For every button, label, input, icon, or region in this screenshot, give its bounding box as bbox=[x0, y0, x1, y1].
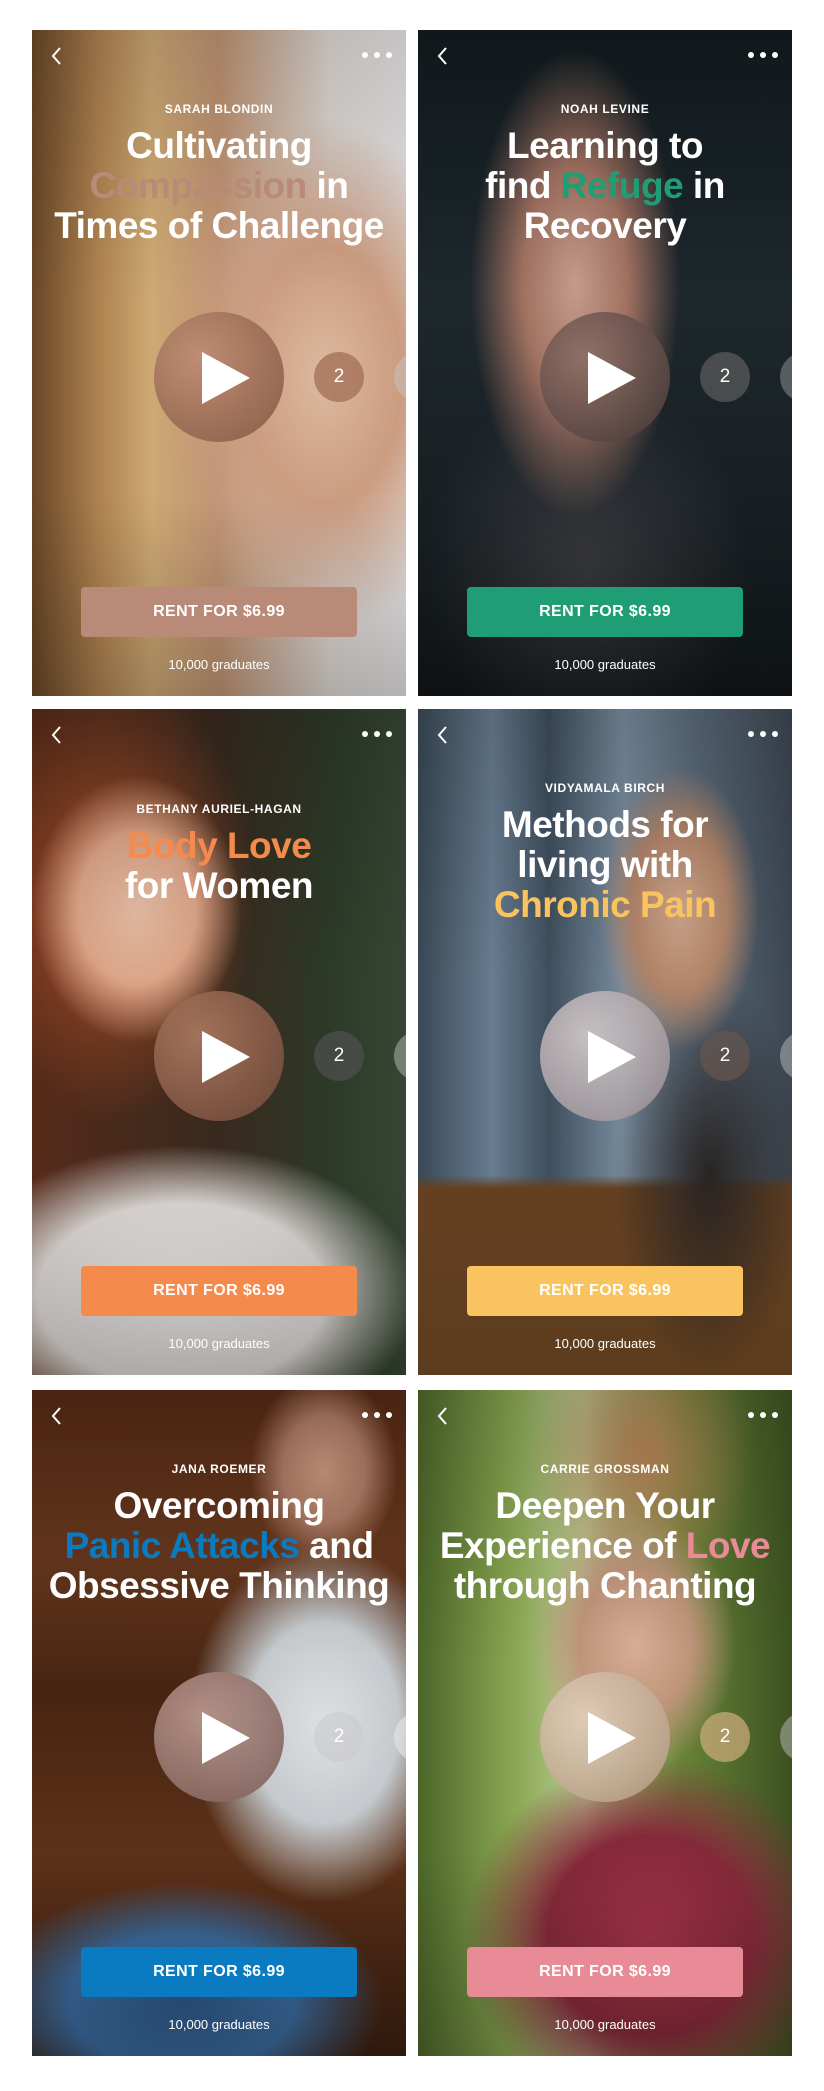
course-card-sarah-blondin[interactable]: SARAH BLONDIN Cultivating Compassion in … bbox=[32, 30, 406, 696]
rent-button[interactable]: RENT FOR $6.99 bbox=[467, 1947, 743, 1997]
episode-count-badge[interactable]: 2 bbox=[314, 352, 364, 402]
course-title: Learning to find Refuge in Recovery bbox=[485, 125, 725, 246]
play-icon bbox=[202, 1712, 250, 1764]
title-highlight: Refuge bbox=[560, 165, 684, 206]
title-highlight: Love bbox=[685, 1525, 771, 1566]
course-card-noah-levine[interactable]: NOAH LEVINE Learning to find Refuge in R… bbox=[418, 30, 792, 696]
back-chevron-icon[interactable] bbox=[46, 44, 68, 68]
more-options-icon[interactable] bbox=[748, 1410, 778, 1420]
episode-count-badge[interactable]: 2 bbox=[700, 1031, 750, 1081]
author-name: BETHANY AURIEL-HAGAN bbox=[136, 802, 302, 816]
graduates-count: 10,000 graduates bbox=[554, 2017, 656, 2032]
author-name: VIDYAMALA BIRCH bbox=[544, 781, 666, 795]
more-options-icon[interactable] bbox=[748, 50, 778, 60]
course-card-bethany-auriel-hagan[interactable]: BETHANY AURIEL-HAGAN Body Love for Women… bbox=[32, 709, 406, 1375]
play-button[interactable] bbox=[540, 991, 670, 1121]
play-icon bbox=[588, 1031, 636, 1083]
back-chevron-icon[interactable] bbox=[432, 723, 454, 747]
title-highlight: Chronic Pain bbox=[493, 884, 717, 925]
graduates-count: 10,000 graduates bbox=[168, 657, 270, 672]
play-button[interactable] bbox=[154, 1672, 284, 1802]
rent-button[interactable]: RENT FOR $6.99 bbox=[467, 587, 743, 637]
episode-count-badge[interactable]: 2 bbox=[700, 1712, 750, 1762]
graduates-count: 10,000 graduates bbox=[554, 1336, 656, 1351]
course-card-vidyamala-birch[interactable]: VIDYAMALA BIRCH Methods for living with … bbox=[418, 709, 792, 1375]
rent-button[interactable]: RENT FOR $6.99 bbox=[81, 1947, 357, 1997]
rent-button[interactable]: RENT FOR $6.99 bbox=[81, 587, 357, 637]
play-icon bbox=[588, 352, 636, 404]
episode-count-badge[interactable]: 2 bbox=[314, 1031, 364, 1081]
play-button[interactable] bbox=[154, 312, 284, 442]
author-name: JANA ROEMER bbox=[171, 1462, 267, 1476]
author-name: NOAH LEVINE bbox=[560, 102, 650, 116]
course-title: Deepen Your Experience of Love through C… bbox=[439, 1485, 771, 1606]
more-options-icon[interactable] bbox=[362, 50, 392, 60]
graduates-count: 10,000 graduates bbox=[554, 657, 656, 672]
back-chevron-icon[interactable] bbox=[46, 1404, 68, 1428]
course-card-carrie-grossman[interactable]: CARRIE GROSSMAN Deepen Your Experience o… bbox=[418, 1390, 792, 2056]
title-highlight: Body Love bbox=[126, 825, 312, 866]
rent-button[interactable]: RENT FOR $6.99 bbox=[467, 1266, 743, 1316]
title-highlight: Compassion bbox=[89, 165, 308, 206]
graduates-count: 10,000 graduates bbox=[168, 1336, 270, 1351]
episode-count-badge[interactable]: 2 bbox=[700, 352, 750, 402]
back-chevron-icon[interactable] bbox=[46, 723, 68, 747]
play-button[interactable] bbox=[154, 991, 284, 1121]
play-icon bbox=[202, 1031, 250, 1083]
more-options-icon[interactable] bbox=[362, 1410, 392, 1420]
course-card-jana-roemer[interactable]: JANA ROEMER Overcoming Panic Attacks and… bbox=[32, 1390, 406, 2056]
back-chevron-icon[interactable] bbox=[432, 1404, 454, 1428]
rent-button[interactable]: RENT FOR $6.99 bbox=[81, 1266, 357, 1316]
course-title: Methods for living with Chronic Pain bbox=[493, 804, 717, 925]
play-icon bbox=[588, 1712, 636, 1764]
author-name: SARAH BLONDIN bbox=[164, 102, 274, 116]
play-button[interactable] bbox=[540, 1672, 670, 1802]
more-options-icon[interactable] bbox=[748, 729, 778, 739]
episode-count-badge[interactable]: 2 bbox=[314, 1712, 364, 1762]
play-button[interactable] bbox=[540, 312, 670, 442]
play-icon bbox=[202, 352, 250, 404]
course-title: Overcoming Panic Attacks and Obsessive T… bbox=[48, 1485, 390, 1606]
more-options-icon[interactable] bbox=[362, 729, 392, 739]
back-chevron-icon[interactable] bbox=[432, 44, 454, 68]
graduates-count: 10,000 graduates bbox=[168, 2017, 270, 2032]
course-title: Cultivating Compassion in Times of Chall… bbox=[54, 125, 384, 246]
title-highlight: Panic Attacks bbox=[64, 1525, 300, 1566]
course-title: Body Love for Women bbox=[124, 825, 314, 906]
author-name: CARRIE GROSSMAN bbox=[540, 1462, 670, 1476]
